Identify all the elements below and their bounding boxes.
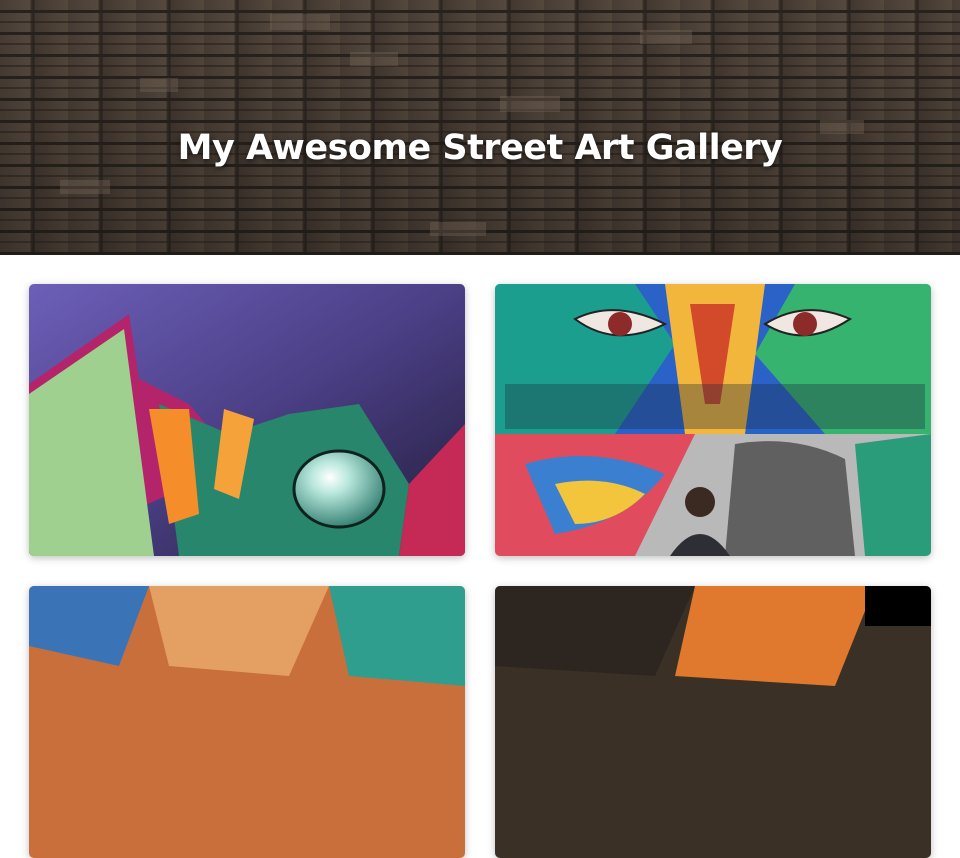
- gallery-card[interactable]: [495, 586, 931, 858]
- gallery-card[interactable]: [29, 586, 465, 858]
- gallery-grid: [29, 284, 931, 858]
- gallery-card[interactable]: [495, 284, 931, 556]
- graffiti-dark-orange-art-image: [495, 586, 931, 858]
- gallery-card[interactable]: [29, 284, 465, 556]
- graffiti-eyes-mural-image: [495, 284, 931, 556]
- graffiti-purple-art-image: [29, 284, 465, 556]
- page-title: My Awesome Street Art Gallery: [177, 128, 783, 168]
- graffiti-orange-art-image: [29, 586, 465, 858]
- hero-banner: My Awesome Street Art Gallery: [0, 0, 960, 255]
